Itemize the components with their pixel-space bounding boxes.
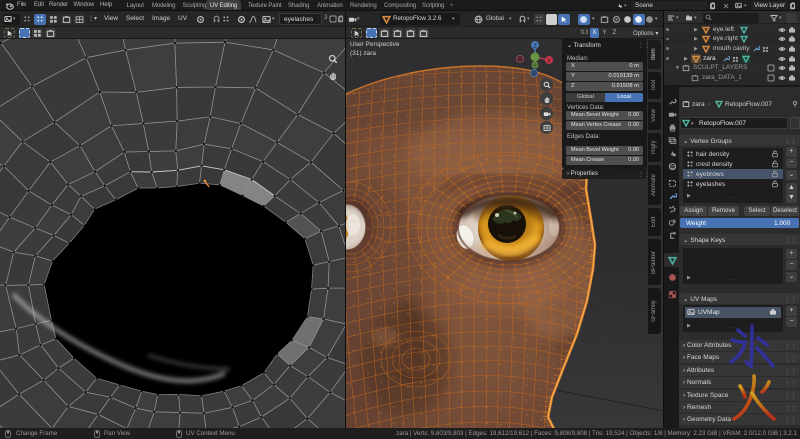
svg-text:X: X (547, 58, 551, 64)
